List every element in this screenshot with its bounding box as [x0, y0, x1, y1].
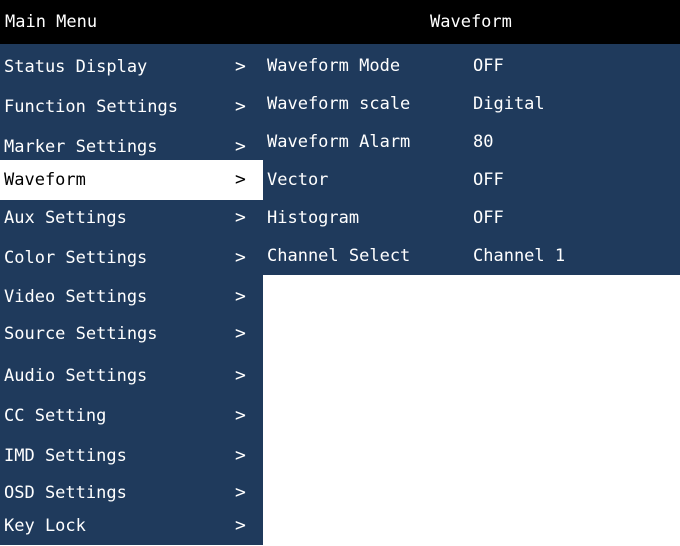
menu-item-source-settings[interactable]: Source Settings > — [0, 314, 263, 354]
menu-item-label: Color Settings — [4, 248, 148, 268]
param-value[interactable]: Digital — [473, 85, 545, 123]
param-value[interactable]: OFF — [473, 199, 504, 237]
chevron-right-icon: > — [235, 515, 246, 536]
chevron-right-icon: > — [235, 207, 246, 228]
menu-item-key-lock[interactable]: Key Lock > — [0, 506, 263, 546]
menu-item-label: Key Lock — [4, 516, 86, 536]
menu-item-label: Video Settings — [4, 287, 148, 307]
menu-item-cc-setting[interactable]: CC Setting > — [0, 396, 263, 436]
param-waveform-alarm[interactable]: Waveform Alarm 80 — [263, 123, 680, 161]
param-value[interactable]: OFF — [473, 47, 504, 85]
submenu-title: Waveform — [430, 12, 512, 32]
param-histogram[interactable]: Histogram OFF — [263, 199, 680, 237]
menu-item-function-settings[interactable]: Function Settings > — [0, 87, 263, 127]
waveform-settings-panel: Waveform Mode OFF Waveform scale Digital… — [263, 44, 680, 275]
menu-item-label: Aux Settings — [4, 208, 127, 228]
menu-item-waveform[interactable]: Waveform > — [0, 160, 263, 200]
param-vector[interactable]: Vector OFF — [263, 161, 680, 199]
menu-item-color-settings[interactable]: Color Settings > — [0, 238, 263, 278]
param-value[interactable]: 80 — [473, 123, 493, 161]
chevron-right-icon: > — [235, 365, 246, 386]
param-waveform-mode[interactable]: Waveform Mode OFF — [263, 47, 680, 85]
chevron-right-icon: > — [235, 445, 246, 466]
chevron-right-icon: > — [235, 96, 246, 117]
menu-item-label: Status Display — [4, 57, 148, 77]
param-label: Waveform Mode — [267, 56, 401, 76]
menu-item-label: IMD Settings — [4, 446, 127, 466]
param-value[interactable]: Channel 1 — [473, 237, 565, 275]
menu-item-aux-settings[interactable]: Aux Settings > — [0, 198, 263, 238]
param-label: Vector — [267, 170, 329, 190]
chevron-right-icon: > — [235, 169, 246, 190]
menu-item-video-settings[interactable]: Video Settings > — [0, 277, 263, 317]
menu-item-label: Waveform — [4, 170, 86, 190]
chevron-right-icon: > — [235, 323, 246, 344]
param-channel-select[interactable]: Channel Select Channel 1 — [263, 237, 680, 275]
param-label: Channel Select — [267, 246, 411, 266]
chevron-right-icon: > — [235, 405, 246, 426]
menu-item-label: CC Setting — [4, 406, 107, 426]
menu-item-label: Function Settings — [4, 97, 178, 117]
param-label: Waveform Alarm — [267, 132, 411, 152]
chevron-right-icon: > — [235, 56, 246, 77]
chevron-right-icon: > — [235, 247, 246, 268]
menu-item-label: Audio Settings — [4, 366, 148, 386]
title-bar: Main Menu Waveform — [0, 0, 680, 44]
param-value[interactable]: OFF — [473, 161, 504, 199]
menu-item-imd-settings[interactable]: IMD Settings > — [0, 436, 263, 476]
main-menu-title: Main Menu — [5, 12, 98, 32]
param-label: Histogram — [267, 208, 360, 228]
chevron-right-icon: > — [235, 286, 246, 307]
menu-item-status-display[interactable]: Status Display > — [0, 47, 263, 87]
menu-item-label: Source Settings — [4, 324, 158, 344]
main-menu-list: Status Display > Function Settings > Mar… — [0, 44, 263, 545]
menu-item-audio-settings[interactable]: Audio Settings > — [0, 356, 263, 396]
param-label: Waveform scale — [267, 94, 411, 114]
param-waveform-scale[interactable]: Waveform scale Digital — [263, 85, 680, 123]
